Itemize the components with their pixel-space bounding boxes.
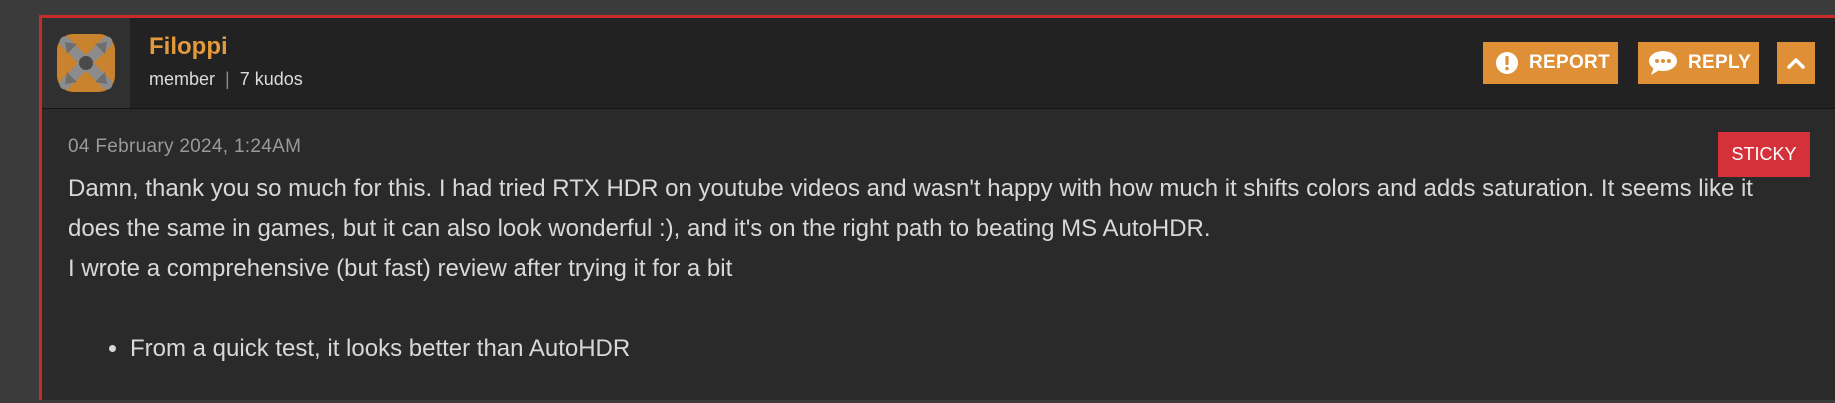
speech-bubble-icon xyxy=(1648,50,1678,76)
bullet-list: From a quick test, it looks better than … xyxy=(68,329,1768,369)
report-button[interactable]: REPORT xyxy=(1483,42,1618,84)
chevron-up-icon xyxy=(1787,57,1805,69)
post-header: Filoppi member | 7 kudos REPORT REPLY xyxy=(42,18,1835,109)
avatar[interactable] xyxy=(42,18,130,108)
report-label: REPORT xyxy=(1529,52,1610,73)
post-paragraph: I wrote a comprehensive (but fast) revie… xyxy=(68,255,733,282)
crossed-arrows-avatar-icon xyxy=(57,34,115,92)
post-date: 04 February 2024, 1:24AM xyxy=(68,136,302,157)
alert-circle-icon xyxy=(1495,51,1519,75)
user-role: member xyxy=(149,69,216,89)
meta-separator: | xyxy=(225,69,230,89)
collapse-button[interactable] xyxy=(1777,42,1815,84)
post-content: Damn, thank you so much for this. I had … xyxy=(68,169,1768,369)
reply-button[interactable]: REPLY xyxy=(1638,42,1759,84)
post-paragraph: Damn, thank you so much for this. I had … xyxy=(68,175,1753,242)
reply-label: REPLY xyxy=(1688,52,1752,73)
list-item: From a quick test, it looks better than … xyxy=(130,329,1768,369)
post-body: 04 February 2024, 1:24AM STICKY Damn, th… xyxy=(42,109,1835,403)
username[interactable]: Filoppi xyxy=(149,33,228,61)
user-kudos: 7 kudos xyxy=(239,69,303,89)
forum-post: Filoppi member | 7 kudos REPORT REPLY 04… xyxy=(39,15,1835,400)
user-meta: member | 7 kudos xyxy=(149,67,303,91)
